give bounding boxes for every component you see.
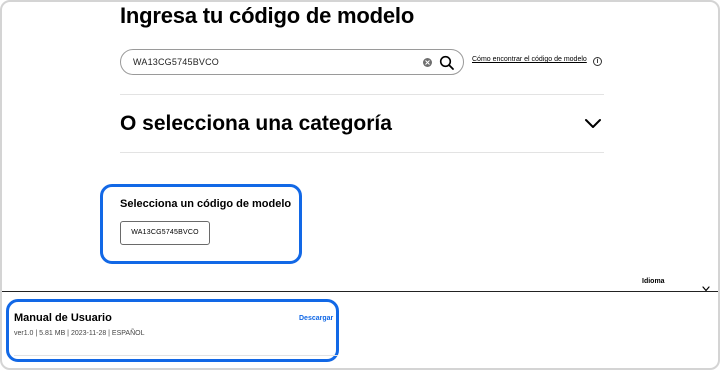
category-section-title[interactable]: O selecciona una categoría xyxy=(120,110,392,138)
model-code-chip[interactable]: WA13CG5745BVCO xyxy=(120,221,210,245)
language-selector-label[interactable]: Idioma xyxy=(642,278,665,285)
clear-icon[interactable] xyxy=(423,58,432,67)
chevron-down-icon[interactable] xyxy=(702,279,710,292)
divider xyxy=(120,94,604,95)
model-search-box[interactable] xyxy=(120,49,464,75)
info-icon[interactable]: i xyxy=(593,57,602,66)
manual-meta: ver1.0 | 5.81 MB | 2023-11-28 | ESPAÑOL xyxy=(14,330,145,337)
download-link[interactable]: Descargar xyxy=(299,315,333,322)
page-frame: Ingresa tu código de modelo Cómo encontr… xyxy=(0,0,720,370)
find-model-code-link[interactable]: Cómo encontrar el código de modelo xyxy=(472,56,587,63)
page-title: Ingresa tu código de modelo xyxy=(120,3,415,28)
search-icon[interactable] xyxy=(439,55,455,71)
model-selection-label: Selecciona un código de modelo xyxy=(120,198,292,210)
section-separator xyxy=(2,291,718,292)
divider xyxy=(14,355,338,356)
divider xyxy=(120,152,604,153)
manual-title: Manual de Usuario xyxy=(14,312,112,324)
model-search-input[interactable] xyxy=(133,53,413,71)
chevron-down-icon[interactable] xyxy=(584,117,602,129)
